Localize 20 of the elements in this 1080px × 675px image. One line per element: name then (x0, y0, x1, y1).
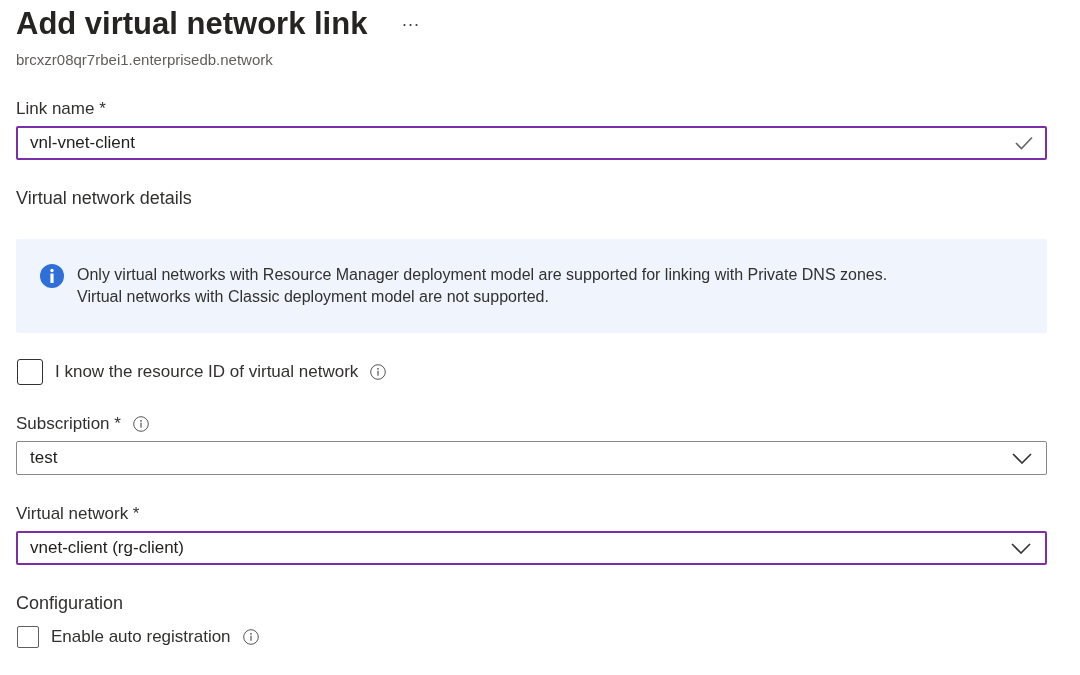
section-heading: Virtual network details (16, 187, 193, 210)
section-heading: Configuration (16, 592, 125, 615)
checkbox-label: I know the resource ID of virtual network (55, 362, 359, 382)
field-label: Link name * (16, 98, 106, 120)
field-label: Subscription * (16, 413, 121, 435)
checkbox-label: Enable auto registration (51, 627, 231, 647)
checkbox[interactable] (17, 626, 39, 648)
info-icon (40, 264, 64, 288)
chevron-down-icon (1011, 542, 1031, 554)
dropdown[interactable]: test (16, 441, 1047, 475)
checkmark-icon (1015, 136, 1033, 150)
chevron-down-icon (1012, 452, 1032, 464)
notice-text: Only virtual networks with Resource Manager deployment model are supported for linking with Private DNS zones. Virtual networks with Classic deployment model are not supported. (77, 265, 888, 307)
resource-name: brcxzr08qr7rbei1.enterprisedb.network (16, 50, 274, 70)
page-title: Add virtual network link (16, 5, 368, 43)
more-button[interactable]: ··· (397, 14, 424, 34)
field-label: Virtual network * (16, 503, 140, 525)
input-field[interactable]: vnl-vnet-client (16, 126, 1047, 160)
checkbox[interactable] (17, 359, 43, 385)
dropdown[interactable]: vnet-client (rg-client) (16, 531, 1047, 565)
